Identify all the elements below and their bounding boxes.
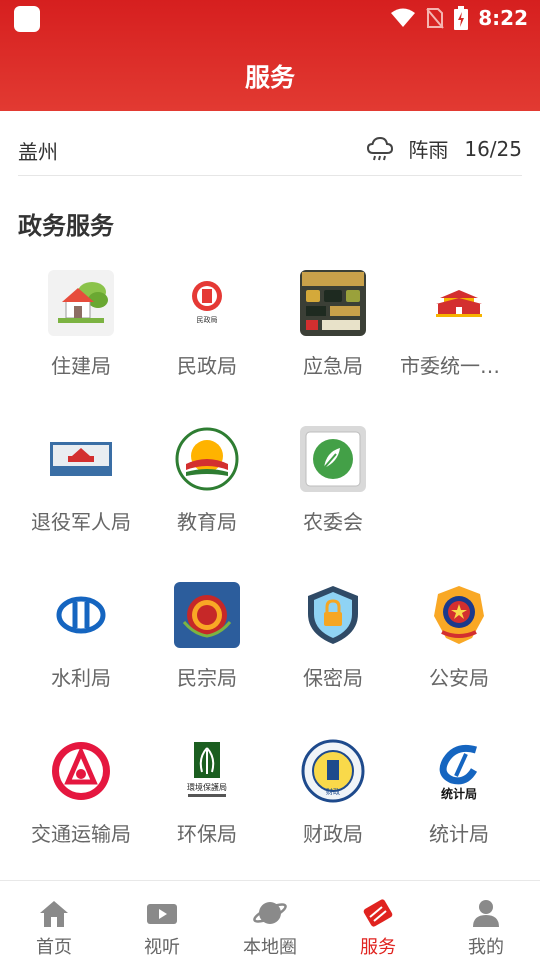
service-row: 水利局 民宗局 保密局 公安局 bbox=[18, 570, 522, 726]
civil-affairs-emblem-icon: 民政局 bbox=[174, 270, 240, 336]
service-row: 交通运输局 環境保護局 环保局 财政 财政局 统计局 统计局 bbox=[18, 726, 522, 882]
home-icon bbox=[40, 901, 68, 927]
service-item-ethnic-religion[interactable]: 民宗局 bbox=[144, 570, 270, 710]
service-label: 统计局 bbox=[429, 822, 489, 846]
house-icon bbox=[48, 270, 114, 336]
service-item-water[interactable]: 水利局 bbox=[18, 570, 144, 710]
tab-label: 服务 bbox=[360, 937, 396, 958]
environment-caption: 環境保護局 bbox=[187, 782, 227, 792]
finance-caption: 财政 bbox=[326, 787, 340, 796]
tab-mine[interactable]: 我的 bbox=[432, 881, 540, 960]
tab-local[interactable]: 本地圈 bbox=[216, 881, 324, 960]
service-label: 交通运输局 bbox=[31, 822, 131, 846]
status-bar: 8:22 bbox=[0, 0, 540, 36]
service-item-education[interactable]: 教育局 bbox=[144, 414, 270, 554]
agriculture-leaf-icon bbox=[300, 426, 366, 492]
service-label: 农委会 bbox=[303, 510, 363, 534]
tab-label: 本地圈 bbox=[243, 937, 297, 958]
service-item-secrecy[interactable]: 保密局 bbox=[270, 570, 396, 710]
no-sim-icon bbox=[426, 8, 445, 29]
statistics-logo-icon: 统计局 bbox=[426, 738, 492, 804]
service-label: 水利局 bbox=[51, 666, 111, 690]
tab-label: 视听 bbox=[144, 937, 180, 958]
service-label: 住建局 bbox=[51, 354, 111, 378]
city-name[interactable]: 盖州 bbox=[18, 136, 58, 165]
service-item-environment[interactable]: 環境保護局 环保局 bbox=[144, 726, 270, 866]
bottom-tab-bar: 首页 视听 本地圈 服务 我的 bbox=[0, 880, 540, 960]
service-label: 退役军人局 bbox=[31, 510, 131, 534]
statistics-caption: 统计局 bbox=[441, 786, 477, 801]
user-icon bbox=[473, 900, 499, 927]
civil-affairs-caption: 民政局 bbox=[197, 315, 218, 324]
service-label: 环保局 bbox=[177, 822, 237, 846]
shield-lock-icon bbox=[300, 582, 366, 648]
veterans-sign-icon bbox=[48, 426, 114, 492]
wifi-icon bbox=[391, 8, 416, 27]
service-label: 保密局 bbox=[303, 666, 363, 690]
service-item-veterans[interactable]: 退役军人局 bbox=[18, 414, 144, 554]
weather-bar: 盖州 阵雨 16/25 bbox=[18, 124, 522, 176]
video-icon bbox=[147, 904, 177, 924]
battery-charging-icon bbox=[454, 6, 469, 30]
service-label: 财政局 bbox=[303, 822, 363, 846]
emergency-badges-icon bbox=[300, 270, 366, 336]
service-row: 住建局 民政局 民政局 应急局 市委统一战… bbox=[18, 258, 522, 414]
weather-info: 阵雨 16/25 bbox=[366, 134, 522, 163]
finance-seal-icon: 财政 bbox=[300, 738, 366, 804]
service-item-civil-affairs[interactable]: 民政局 民政局 bbox=[144, 258, 270, 398]
status-time: 8:22 bbox=[478, 6, 528, 30]
section-title: 政务服务 bbox=[18, 212, 114, 240]
service-item-transport[interactable]: 交通运输局 bbox=[18, 726, 144, 866]
service-item-finance[interactable]: 财政 财政局 bbox=[270, 726, 396, 866]
service-label: 公安局 bbox=[429, 666, 489, 690]
tab-video[interactable]: 视听 bbox=[108, 881, 216, 960]
service-item-agriculture[interactable]: 农委会 bbox=[270, 414, 396, 554]
page-title: 服务 bbox=[244, 63, 295, 92]
environment-tree-icon: 環境保護局 bbox=[174, 738, 240, 804]
service-label: 民政局 bbox=[177, 354, 237, 378]
water-conservancy-logo-icon bbox=[48, 582, 114, 648]
sunrise-emblem-icon bbox=[174, 426, 240, 492]
header: 8:22 服务 bbox=[0, 0, 540, 111]
service-item-emergency[interactable]: 应急局 bbox=[270, 258, 396, 398]
status-icons: 8:22 bbox=[390, 4, 528, 32]
ethnic-religion-emblem-icon bbox=[174, 582, 240, 648]
tab-home[interactable]: 首页 bbox=[0, 881, 108, 960]
service-label: 教育局 bbox=[177, 510, 237, 534]
planet-icon bbox=[253, 902, 287, 924]
gate-tower-icon bbox=[426, 270, 492, 336]
service-grid: 住建局 民政局 民政局 应急局 市委统一战… 退役军人局 教育局 农委会 水利局… bbox=[18, 258, 522, 882]
tab-label: 首页 bbox=[36, 937, 72, 958]
service-label: 民宗局 bbox=[177, 666, 237, 690]
weather-description: 阵雨 bbox=[408, 138, 449, 162]
transport-logo-icon bbox=[48, 738, 114, 804]
tab-label: 我的 bbox=[468, 937, 504, 958]
service-item-statistics[interactable]: 统计局 统计局 bbox=[396, 726, 522, 866]
rain-cloud-icon bbox=[367, 136, 394, 160]
service-item-united-front[interactable]: 市委统一战… bbox=[396, 258, 522, 398]
service-label: 应急局 bbox=[303, 354, 363, 378]
temperature-range: 16/25 bbox=[464, 136, 522, 161]
app-notification-icon bbox=[14, 6, 40, 32]
service-item-public-security[interactable]: 公安局 bbox=[396, 570, 522, 710]
service-icon bbox=[363, 899, 393, 927]
tab-service[interactable]: 服务 bbox=[324, 881, 432, 960]
service-item-housing[interactable]: 住建局 bbox=[18, 258, 144, 398]
service-label: 市委统一战… bbox=[400, 354, 520, 378]
police-badge-icon bbox=[426, 582, 492, 648]
service-row: 退役军人局 教育局 农委会 bbox=[18, 414, 522, 570]
